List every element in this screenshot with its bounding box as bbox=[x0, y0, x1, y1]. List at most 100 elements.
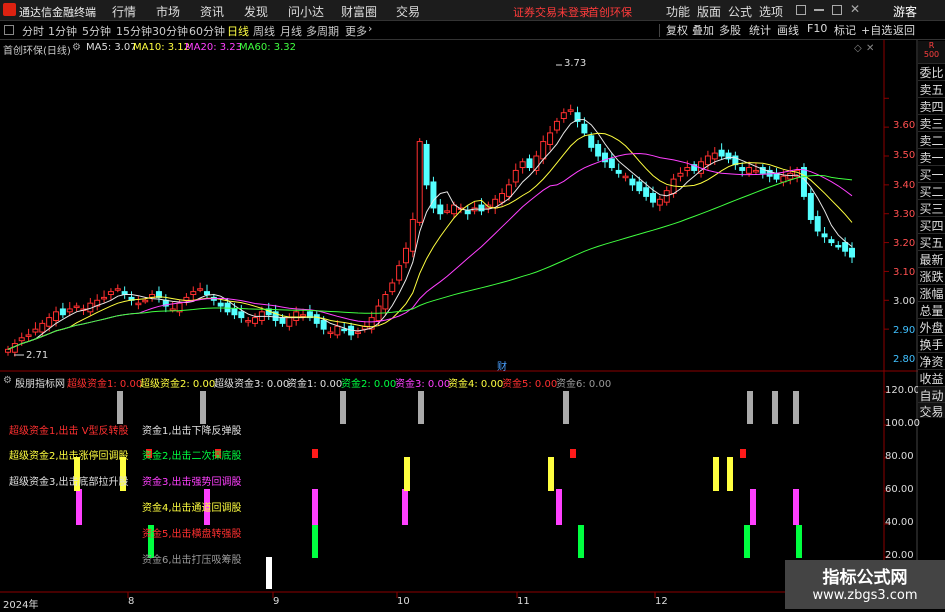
btn-add-watchlist[interactable]: +自选 bbox=[861, 22, 892, 38]
tab-multi-period[interactable]: 多周期 bbox=[306, 23, 339, 39]
candle bbox=[39, 322, 46, 333]
indicator-label: 超级资金2,出击涨停回调股 bbox=[9, 451, 129, 462]
btn-f10[interactable]: F10 bbox=[807, 22, 827, 35]
sidebar-item[interactable]: 涨幅 bbox=[918, 284, 945, 301]
sidebar-item[interactable]: 净资 bbox=[918, 352, 945, 369]
candle bbox=[396, 265, 403, 281]
indicator-bar bbox=[312, 489, 318, 525]
ma60-value: MA60: 3.32 bbox=[239, 42, 297, 53]
menu-wealth[interactable]: 财富圈 bbox=[341, 3, 377, 20]
btn-adjust[interactable]: 复权 bbox=[666, 22, 688, 38]
candle bbox=[279, 317, 286, 324]
candle bbox=[718, 149, 725, 157]
indicator-label: 资金5,出击横盘转强股 bbox=[142, 529, 242, 540]
sidebar-item[interactable]: 卖三 bbox=[918, 114, 945, 131]
r500-badge[interactable]: R 500 bbox=[918, 41, 945, 63]
tab-15min[interactable]: 15分钟 bbox=[116, 23, 152, 39]
auto-button[interactable]: 自动 bbox=[918, 386, 945, 403]
tab-1min[interactable]: 1分钟 bbox=[48, 23, 77, 39]
grid-toggle-icon[interactable] bbox=[4, 25, 14, 35]
tab-weekly[interactable]: 周线 bbox=[253, 23, 275, 39]
panel-collapse-icon[interactable]: ◇ bbox=[854, 43, 862, 54]
indicator-label: 超级资金1,出击 V型反转股 bbox=[9, 426, 129, 437]
indicator-bar bbox=[713, 457, 719, 491]
btn-stats[interactable]: 统计 bbox=[749, 22, 771, 38]
sidebar-item[interactable]: 卖五 bbox=[918, 80, 945, 97]
menu-discover[interactable]: 发现 bbox=[244, 3, 268, 20]
sidebar-item[interactable]: 买四 bbox=[918, 216, 945, 233]
maximize-icon[interactable] bbox=[832, 5, 842, 15]
window-layout-icon[interactable] bbox=[796, 5, 806, 15]
login-notice[interactable]: 证券交易未登录 bbox=[513, 4, 590, 20]
tab-more[interactable]: 更多 bbox=[345, 23, 367, 39]
sidebar-item[interactable]: 买三 bbox=[918, 199, 945, 216]
sidebar-item[interactable]: 卖四 bbox=[918, 97, 945, 114]
indicator-settings-icon[interactable]: ⚙ bbox=[3, 375, 12, 386]
sidebar-item[interactable]: 外盘 bbox=[918, 318, 945, 335]
sidebar-item[interactable]: 涨跌 bbox=[918, 267, 945, 284]
tab-timeshare[interactable]: 分时 bbox=[22, 23, 44, 39]
candle bbox=[835, 244, 842, 248]
btn-back[interactable]: 返回 bbox=[893, 22, 915, 38]
btn-draw[interactable]: 画线 bbox=[777, 22, 799, 38]
sidebar-item[interactable]: 最新 bbox=[918, 250, 945, 267]
tab-daily[interactable]: 日线 bbox=[227, 23, 249, 39]
panel-close-icon[interactable]: ✕ bbox=[866, 43, 874, 54]
indicator-bar bbox=[793, 391, 799, 424]
finance-marker[interactable]: 财 bbox=[497, 358, 507, 373]
candle bbox=[828, 239, 835, 244]
candle bbox=[595, 143, 602, 157]
menu-options[interactable]: 选项 bbox=[759, 3, 783, 20]
btn-multistock[interactable]: 多股 bbox=[719, 22, 741, 38]
menu-quotes[interactable]: 行情 bbox=[112, 3, 136, 20]
candle bbox=[451, 204, 458, 215]
menu-news[interactable]: 资讯 bbox=[200, 3, 224, 20]
price-tick: 3.30 bbox=[893, 209, 916, 220]
candle bbox=[512, 169, 519, 183]
trade-button[interactable]: 交易 bbox=[918, 402, 945, 419]
close-icon[interactable]: ✕ bbox=[850, 2, 860, 16]
candle bbox=[11, 343, 18, 353]
candle bbox=[615, 169, 622, 174]
btn-mark[interactable]: 标记 bbox=[834, 22, 856, 38]
sidebar-item[interactable]: 卖二 bbox=[918, 131, 945, 148]
menu-layout[interactable]: 版面 bbox=[697, 3, 721, 20]
candle bbox=[478, 204, 485, 212]
more-chevron-icon[interactable]: › bbox=[368, 22, 372, 35]
sidebar-item[interactable]: 买一 bbox=[918, 165, 945, 182]
price-tick: 3.20 bbox=[893, 238, 916, 249]
sidebar-item[interactable]: 委比 bbox=[918, 63, 945, 80]
menu-trade[interactable]: 交易 bbox=[396, 3, 420, 20]
chart-canvas[interactable] bbox=[0, 40, 945, 609]
legend-item: 资金1: 0.00 bbox=[287, 379, 343, 390]
sidebar-item[interactable]: 卖一 bbox=[918, 148, 945, 165]
indicator-bar bbox=[117, 391, 123, 424]
candle bbox=[286, 317, 293, 327]
candle bbox=[560, 112, 567, 119]
sidebar-item[interactable]: 换手 bbox=[918, 335, 945, 352]
candle bbox=[650, 193, 657, 203]
candle bbox=[135, 302, 142, 306]
sidebar-item[interactable]: 总量 bbox=[918, 301, 945, 318]
indicator-name[interactable]: 殷朋指标网 bbox=[15, 375, 65, 390]
menu-function[interactable]: 功能 bbox=[666, 3, 690, 20]
menu-formula[interactable]: 公式 bbox=[728, 3, 752, 20]
period-tab-bar: 分时 1分钟 5分钟 15分钟 30分钟 60分钟 日线 周线 月线 多周期 更… bbox=[0, 21, 945, 40]
candle bbox=[821, 233, 828, 238]
indicator-bar bbox=[750, 489, 756, 525]
sidebar-item[interactable]: 收益 bbox=[918, 369, 945, 386]
menu-market[interactable]: 市场 bbox=[156, 3, 180, 20]
price-tick: 3.00 bbox=[893, 296, 916, 307]
menu-ask[interactable]: 问小达 bbox=[288, 3, 324, 20]
tab-30min[interactable]: 30分钟 bbox=[152, 23, 188, 39]
sidebar-item[interactable]: 买五 bbox=[918, 233, 945, 250]
btn-overlay[interactable]: 叠加 bbox=[692, 22, 714, 38]
user-label[interactable]: 游客 bbox=[893, 3, 917, 20]
settings-gear-icon[interactable]: ⚙ bbox=[72, 42, 81, 53]
sidebar-item[interactable]: 买二 bbox=[918, 182, 945, 199]
tab-5min[interactable]: 5分钟 bbox=[82, 23, 111, 39]
tab-monthly[interactable]: 月线 bbox=[280, 23, 302, 39]
minimize-icon[interactable] bbox=[814, 9, 824, 11]
candle bbox=[217, 302, 224, 307]
tab-60min[interactable]: 60分钟 bbox=[189, 23, 225, 39]
